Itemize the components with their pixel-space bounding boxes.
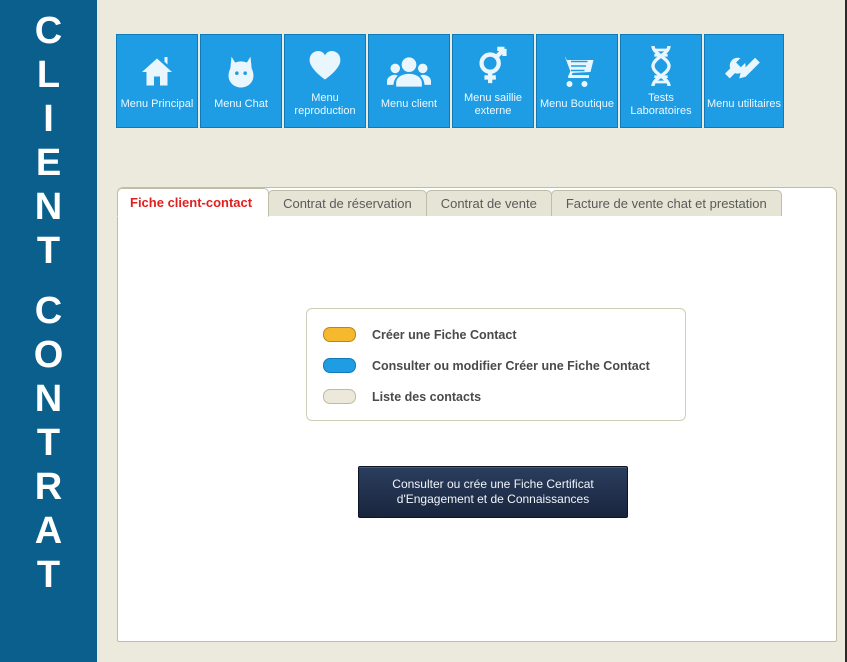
side-title-rail: C L I E N T C O N T R A T: [0, 0, 97, 662]
option-label: Liste des contacts: [372, 390, 481, 404]
cat-icon: [216, 51, 266, 93]
toolbar-label: Menu saillie externe: [453, 92, 533, 118]
menu-client-button[interactable]: Menu client: [368, 34, 450, 128]
tools-icon: [719, 51, 769, 93]
tab-fiche-client-contact[interactable]: Fiche client-contact: [117, 188, 269, 217]
menu-saillie-button[interactable]: Menu saillie externe: [452, 34, 534, 128]
options-group: Créer une Fiche Contact Consulter ou mod…: [306, 308, 686, 421]
tab-contrat-reservation[interactable]: Contrat de réservation: [268, 190, 427, 216]
option-label: Consulter ou modifier Créer une Fiche Co…: [372, 359, 650, 373]
people-icon: [384, 51, 434, 93]
pill-icon: [323, 358, 356, 373]
certificate-button[interactable]: Consulter ou crée une Fiche Certificat d…: [358, 466, 628, 518]
menu-principal-button[interactable]: Menu Principal: [116, 34, 198, 128]
main-content: Menu Principal Menu Chat Menu reproducti…: [97, 0, 847, 662]
cart-icon: [552, 51, 602, 93]
tab-row: Fiche client-contact Contrat de réservat…: [117, 187, 781, 216]
dna-icon: [636, 45, 686, 87]
menu-tests-lab-button[interactable]: Tests Laboratoires: [620, 34, 702, 128]
option-label: Créer une Fiche Contact: [372, 328, 516, 342]
toolbar-label: Menu Principal: [119, 98, 196, 111]
heart-icon: [300, 45, 350, 87]
tab-facture-vente[interactable]: Facture de vente chat et prestation: [551, 190, 782, 216]
tabs-panel: Fiche client-contact Contrat de réservat…: [117, 187, 837, 642]
menu-boutique-button[interactable]: Menu Boutique: [536, 34, 618, 128]
tab-body: Créer une Fiche Contact Consulter ou mod…: [118, 216, 836, 641]
option-consult-modify-contact[interactable]: Consulter ou modifier Créer une Fiche Co…: [323, 358, 669, 373]
menu-chat-button[interactable]: Menu Chat: [200, 34, 282, 128]
menu-reproduction-button[interactable]: Menu reproduction: [284, 34, 366, 128]
toolbar-label: Tests Laboratoires: [621, 92, 701, 118]
main-toolbar: Menu Principal Menu Chat Menu reproducti…: [116, 34, 784, 128]
option-create-contact[interactable]: Créer une Fiche Contact: [323, 327, 669, 342]
toolbar-label: Menu client: [379, 98, 439, 111]
option-list-contacts[interactable]: Liste des contacts: [323, 389, 669, 404]
toolbar-label: Menu utilitaires: [705, 98, 783, 111]
tab-contrat-vente[interactable]: Contrat de vente: [426, 190, 552, 216]
toolbar-label: Menu reproduction: [285, 92, 365, 118]
gender-icon: [468, 45, 518, 87]
pill-icon: [323, 389, 356, 404]
home-icon: [132, 51, 182, 93]
pill-icon: [323, 327, 356, 342]
menu-utilitaires-button[interactable]: Menu utilitaires: [704, 34, 784, 128]
toolbar-label: Menu Chat: [212, 98, 270, 111]
toolbar-label: Menu Boutique: [538, 98, 616, 111]
